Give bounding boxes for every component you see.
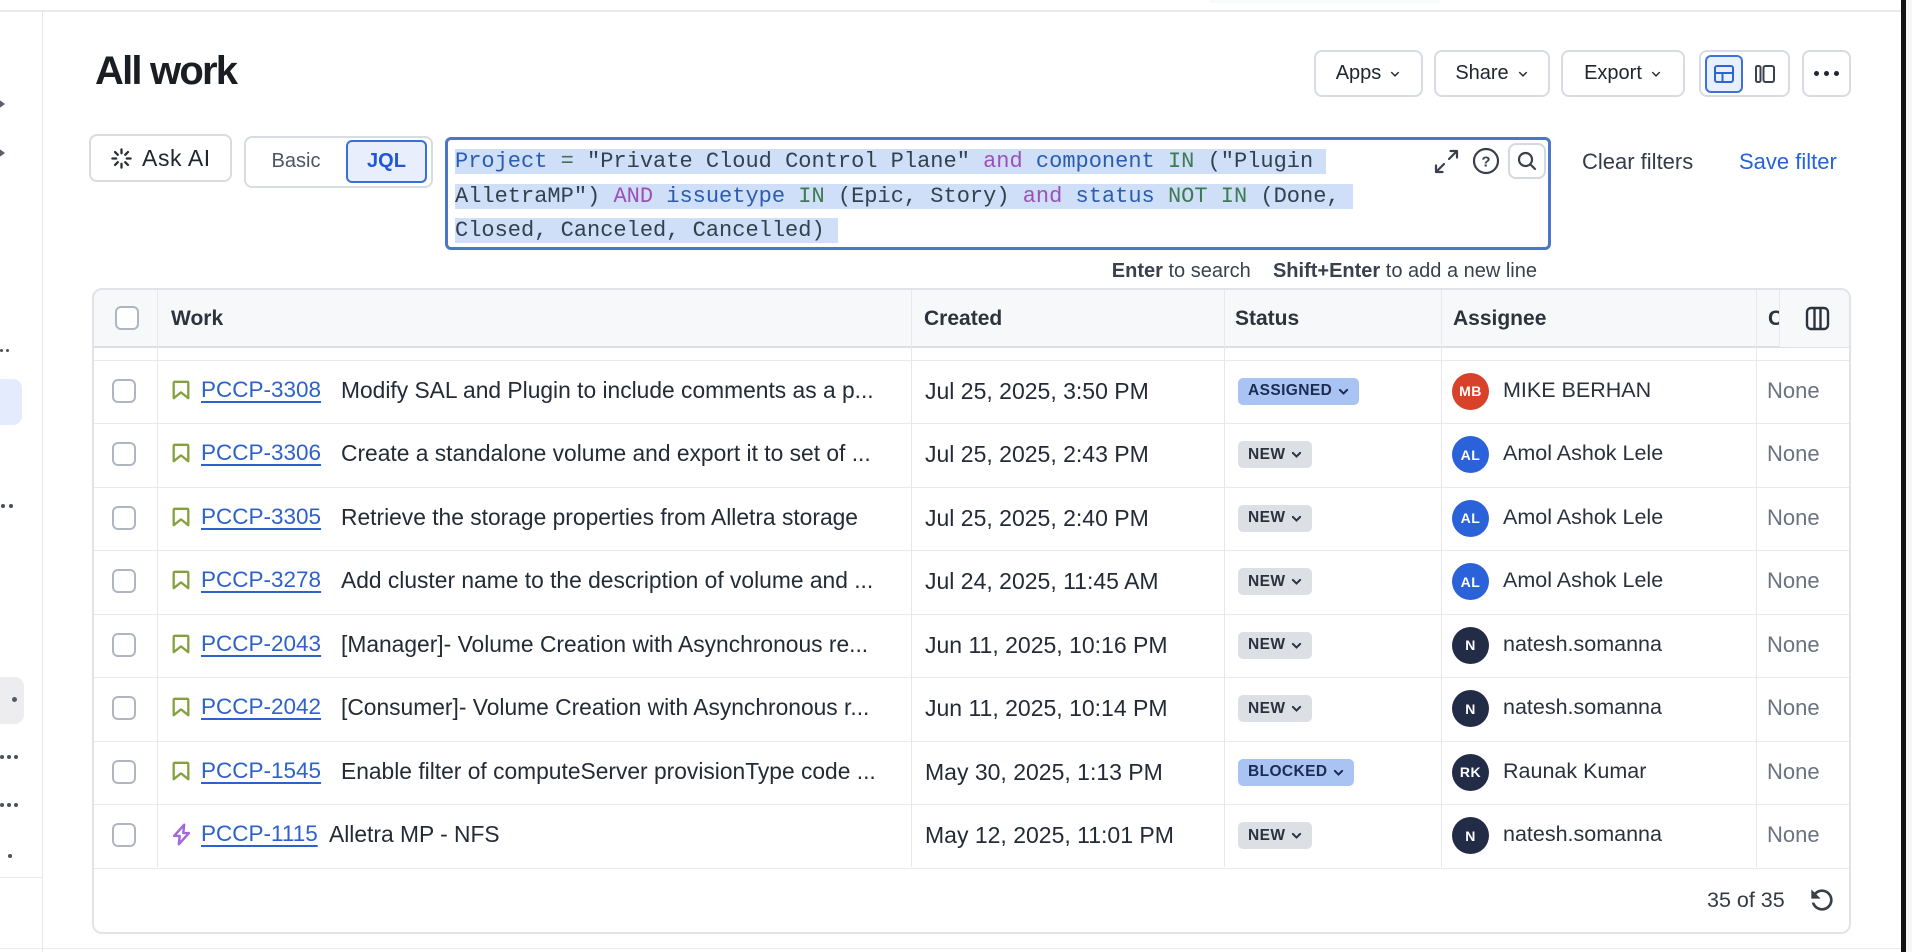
svg-text:?: ? <box>1481 154 1490 171</box>
